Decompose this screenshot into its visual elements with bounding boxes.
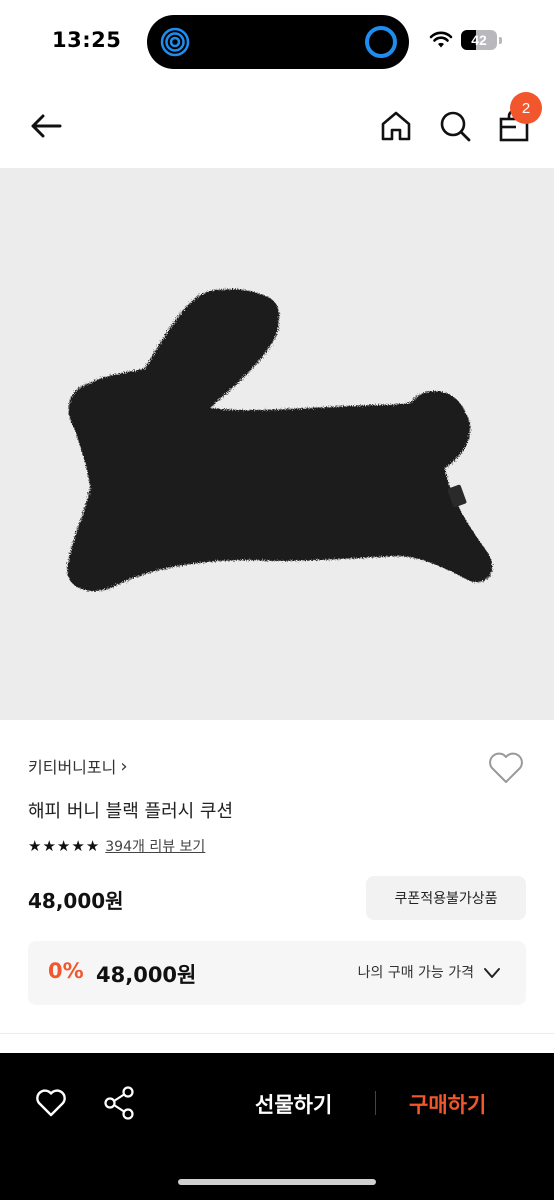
search-icon[interactable] bbox=[437, 108, 473, 144]
star-icon: ★ bbox=[85, 836, 100, 855]
product-price: 48,000원 bbox=[28, 889, 124, 913]
brand-name: 키티버니포니 bbox=[28, 758, 117, 777]
my-price-value: 48,000원 bbox=[96, 963, 197, 987]
battery-indicator: 42 bbox=[461, 30, 497, 50]
dynamic-island bbox=[147, 15, 409, 69]
battery-tip bbox=[499, 36, 502, 44]
cart-count-badge: 2 bbox=[510, 92, 542, 124]
product-name: 해피 버니 블랙 플러시 쿠션 bbox=[28, 801, 234, 822]
star-icon: ★ bbox=[56, 836, 71, 855]
bunny-cushion-illustration bbox=[67, 288, 493, 592]
my-price-label: 나의 구매 가능 가격 bbox=[357, 965, 474, 981]
rating-stars: ★ ★ ★ ★ ★ bbox=[28, 836, 100, 855]
discount-rate: 0% bbox=[48, 959, 84, 983]
share-icon[interactable] bbox=[102, 1085, 136, 1121]
wifi-icon bbox=[429, 31, 453, 48]
star-icon: ★ bbox=[71, 836, 85, 855]
home-icon[interactable] bbox=[378, 108, 414, 144]
chevron-right-icon: › bbox=[120, 755, 128, 777]
status-time: 13:25 bbox=[52, 28, 122, 52]
buy-button[interactable]: 구매하기 bbox=[409, 1089, 486, 1119]
product-image[interactable] bbox=[0, 168, 554, 720]
chevron-down-icon bbox=[484, 968, 500, 978]
arrow-left-icon[interactable] bbox=[26, 106, 66, 146]
star-icon: ★ bbox=[42, 836, 56, 855]
my-price-dropdown[interactable]: 0% 48,000원 나의 구매 가능 가격 bbox=[28, 941, 526, 1005]
coupon-button[interactable]: 쿠폰적용불가상품 bbox=[366, 876, 526, 920]
gift-button[interactable]: 선물하기 bbox=[255, 1089, 332, 1119]
airdrop-icon bbox=[160, 27, 190, 57]
rating-row: ★ ★ ★ ★ ★ 394개 리뷰 보기 bbox=[28, 836, 205, 856]
heart-outline-icon[interactable] bbox=[486, 748, 526, 788]
siri-ring-icon bbox=[365, 26, 397, 58]
section-divider bbox=[0, 1033, 554, 1034]
status-bar: 13:25 42 bbox=[0, 0, 554, 84]
bottom-bar-separator bbox=[375, 1091, 376, 1115]
brand-link[interactable]: 키티버니포니 › bbox=[28, 754, 128, 778]
star-icon: ★ bbox=[28, 836, 42, 855]
heart-outline-icon[interactable] bbox=[34, 1086, 68, 1120]
status-indicators: 42 bbox=[429, 30, 502, 50]
home-indicator bbox=[178, 1179, 376, 1185]
top-nav: 2 bbox=[0, 84, 554, 168]
bottom-action-bar: 선물하기 구매하기 bbox=[0, 1053, 554, 1200]
review-link[interactable]: 394개 리뷰 보기 bbox=[105, 836, 205, 856]
battery-text: 42 bbox=[471, 32, 487, 48]
